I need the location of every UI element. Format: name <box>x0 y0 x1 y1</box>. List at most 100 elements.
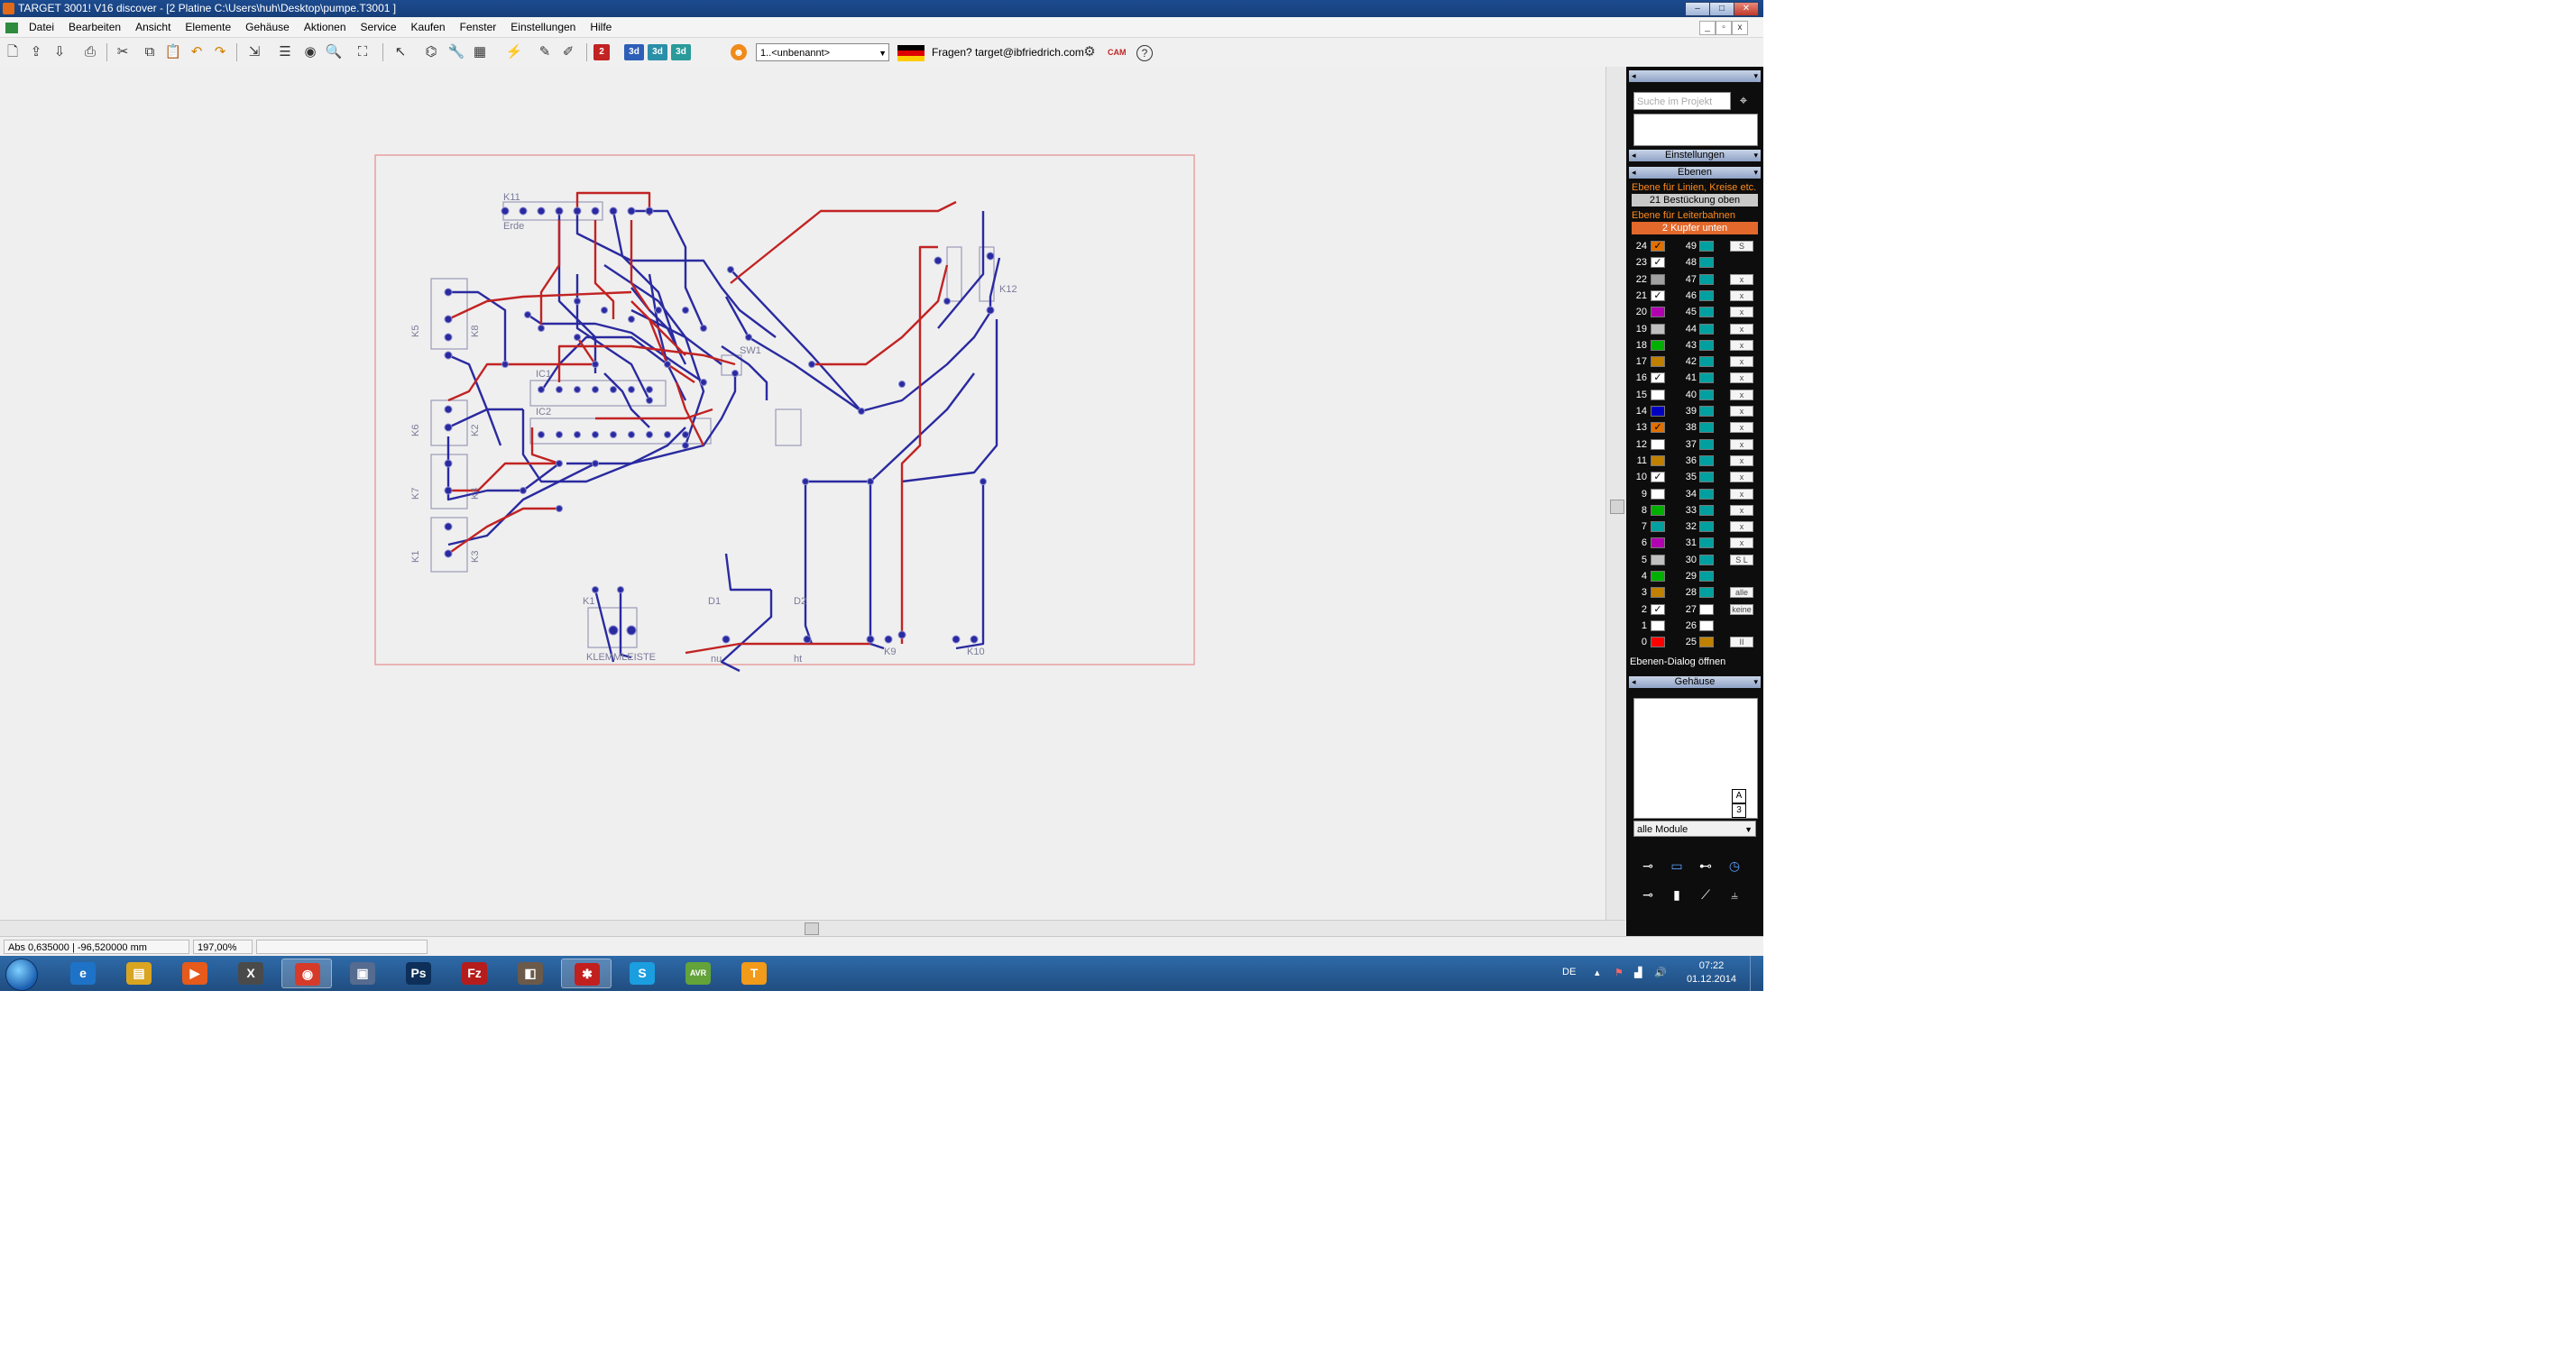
capacitor-tool-icon[interactable]: ⊷ <box>1695 857 1716 875</box>
layer-color-swatch[interactable] <box>1699 422 1714 434</box>
taskbar-app-button[interactable]: S <box>617 959 667 988</box>
layer-option-button[interactable]: x <box>1730 454 1753 466</box>
menu-elemente[interactable]: Elemente <box>178 17 238 37</box>
layer-color-swatch[interactable] <box>1651 307 1665 318</box>
layer-row[interactable]: 17 42 x <box>1632 354 1758 369</box>
layer-color-swatch[interactable]: ✓ <box>1651 257 1665 269</box>
layer-row[interactable]: 23 ✓ 48 <box>1632 255 1758 270</box>
layer-option-button[interactable]: x <box>1730 504 1753 516</box>
layer-row[interactable]: 6 31 x <box>1632 536 1758 550</box>
layer-option-button[interactable]: x <box>1730 323 1753 335</box>
layer-option-button[interactable]: keine <box>1730 603 1753 615</box>
layer-color-swatch[interactable] <box>1651 406 1665 417</box>
3d-view-button[interactable]: 3d <box>624 44 644 60</box>
layer-color-swatch[interactable] <box>1699 619 1714 631</box>
layer-color-swatch[interactable] <box>1651 389 1665 400</box>
layer-option-button[interactable]: x <box>1730 273 1753 285</box>
housing-header[interactable]: ◂ Gehäuse ▾ <box>1629 676 1761 688</box>
taskbar-app-button[interactable]: Ps <box>393 959 444 988</box>
layer-color-swatch[interactable] <box>1651 619 1665 631</box>
3d-view-3-button[interactable]: 3d <box>671 44 691 60</box>
project-search-input[interactable]: Suche im Projekt <box>1633 92 1731 110</box>
print-icon[interactable]: ⎙ <box>81 43 99 61</box>
layer-color-swatch[interactable] <box>1651 339 1665 351</box>
layer-color-swatch[interactable] <box>1699 289 1714 301</box>
layer-color-swatch[interactable] <box>1651 637 1665 648</box>
redo-icon[interactable]: ↷ <box>211 43 229 61</box>
paste-icon[interactable]: 📋 <box>164 43 182 61</box>
undo-icon[interactable]: ↶ <box>188 43 206 61</box>
layer-row[interactable]: 8 33 x <box>1632 503 1758 518</box>
layer-row[interactable]: 24 ✓ 49 S <box>1632 239 1758 253</box>
taskbar-app-button[interactable]: ◧ <box>505 959 556 988</box>
horizontal-scrollbar[interactable] <box>0 920 1625 937</box>
layer-row[interactable]: 9 34 x <box>1632 487 1758 501</box>
layer-row[interactable]: 4 29 <box>1632 569 1758 583</box>
layer-option-button[interactable]: S <box>1730 241 1753 252</box>
volume-icon[interactable]: 🔊 <box>1654 967 1667 978</box>
layer-row[interactable]: 13 ✓ 38 x <box>1632 420 1758 435</box>
layer-color-swatch[interactable]: ✓ <box>1651 372 1665 384</box>
layer-color-swatch[interactable]: ✓ <box>1651 603 1665 615</box>
route-icon[interactable]: ⚡ <box>505 43 523 61</box>
housing-preview[interactable]: A 3 <box>1633 698 1758 819</box>
layer-color-swatch[interactable] <box>1651 438 1665 450</box>
vertical-scroll-thumb[interactable] <box>1610 500 1624 514</box>
layer-color-swatch[interactable] <box>1699 356 1714 368</box>
layer-row[interactable]: 19 44 x <box>1632 322 1758 336</box>
layer-color-swatch[interactable] <box>1699 587 1714 599</box>
pcb-canvas[interactable]: K11 Erde K1 KLEMMLEISTE D1 D2 nu ht K9 K… <box>0 67 1605 920</box>
search-results[interactable] <box>1633 114 1758 146</box>
layer-color-swatch[interactable] <box>1699 521 1714 533</box>
layer-option-button[interactable]: x <box>1730 472 1753 483</box>
layer-row[interactable]: 20 45 x <box>1632 305 1758 319</box>
layer-color-swatch[interactable] <box>1699 372 1714 384</box>
layer-row[interactable]: 1 26 <box>1632 619 1758 633</box>
menu-aktionen[interactable]: Aktionen <box>297 17 354 37</box>
layer-option-button[interactable]: x <box>1730 307 1753 318</box>
battery-tool-icon[interactable]: ▮ <box>1666 885 1688 904</box>
layer-row[interactable]: 5 30 S L <box>1632 553 1758 567</box>
layer-row[interactable]: 12 37 x <box>1632 437 1758 452</box>
layer-dialog-link[interactable]: Ebenen-Dialog öffnen <box>1630 656 1725 667</box>
pointer-icon[interactable]: ↖ <box>391 43 409 61</box>
taskbar-app-button[interactable]: ▶ <box>170 959 220 988</box>
component-icon[interactable]: ⌬ <box>422 43 440 61</box>
taskbar-app-button[interactable]: e <box>58 959 108 988</box>
track-layer-value[interactable]: 2 Kupfer unten <box>1632 222 1758 234</box>
layer-color-swatch[interactable] <box>1699 257 1714 269</box>
layer-color-swatch[interactable]: ✓ <box>1651 241 1665 252</box>
transistor-tool-icon[interactable]: ⫨ <box>1724 885 1745 904</box>
mdi-close-button[interactable]: x <box>1732 21 1748 35</box>
clock[interactable]: 07:22 01.12.2014 <box>1687 959 1736 986</box>
taskbar-app-button[interactable]: ▣ <box>337 959 388 988</box>
layer-option-button[interactable]: x <box>1730 339 1753 351</box>
layer-color-swatch[interactable]: ✓ <box>1651 472 1665 483</box>
layer-color-swatch[interactable] <box>1699 323 1714 335</box>
layer-option-button[interactable]: II <box>1730 637 1753 648</box>
layer-option-button[interactable]: alle <box>1730 587 1753 599</box>
minimize-button[interactable]: – <box>1685 2 1710 16</box>
settings-icon[interactable]: ⚙ <box>1081 43 1099 61</box>
layer-color-swatch[interactable] <box>1699 537 1714 549</box>
layer-row[interactable]: 15 40 x <box>1632 388 1758 402</box>
layer-color-swatch[interactable] <box>1651 571 1665 582</box>
layer-color-swatch[interactable] <box>1699 488 1714 500</box>
menu-bearbeiten[interactable]: Bearbeiten <box>61 17 128 37</box>
layer-option-button[interactable]: x <box>1730 289 1753 301</box>
taskbar-app-button[interactable]: AVR <box>673 959 723 988</box>
copy-icon[interactable]: ⧉ <box>141 43 159 61</box>
close-button[interactable]: ✕ <box>1734 2 1759 16</box>
layer-row[interactable]: 10 ✓ 35 x <box>1632 470 1758 484</box>
zoom-fit-icon[interactable]: ⛶ <box>354 43 372 61</box>
wrench-icon[interactable]: 🔧 <box>447 43 465 61</box>
pen-icon[interactable]: ✎ <box>536 43 554 61</box>
brush-icon[interactable]: ✐ <box>559 43 577 61</box>
menu-fenster[interactable]: Fenster <box>453 17 504 37</box>
layer-option-button[interactable]: S L <box>1730 554 1753 565</box>
language-indicator[interactable]: DE <box>1562 967 1576 977</box>
layer-color-swatch[interactable] <box>1699 273 1714 285</box>
layer-color-swatch[interactable] <box>1699 389 1714 400</box>
layer-color-swatch[interactable] <box>1651 537 1665 549</box>
layer-color-swatch[interactable] <box>1651 356 1665 368</box>
